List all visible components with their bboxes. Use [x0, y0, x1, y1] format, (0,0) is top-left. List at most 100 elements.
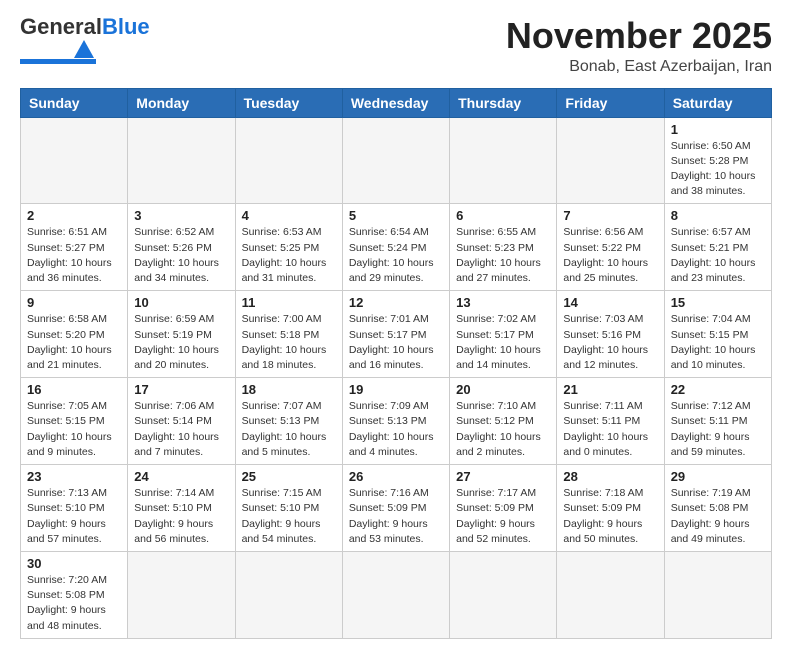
calendar-day-cell: 12 Sunrise: 7:01 AM Sunset: 5:17 PM Dayli… [342, 291, 449, 378]
day-info: Sunrise: 7:20 AM Sunset: 5:08 PM Dayligh… [27, 573, 121, 634]
day-info: Sunrise: 7:09 AM Sunset: 5:13 PM Dayligh… [349, 399, 443, 460]
day-number: 11 [242, 295, 336, 310]
calendar-day-cell: 19Sunrise: 7:09 AM Sunset: 5:13 PM Dayli… [342, 378, 449, 465]
calendar-day-cell [128, 117, 235, 204]
logo: General Blue [20, 16, 150, 64]
day-info: Sunrise: 7:12 AM Sunset: 5:11 PM Dayligh… [671, 399, 765, 460]
calendar-day-cell: 15 Sunrise: 7:04 AM Sunset: 5:15 PM Dayli… [664, 291, 771, 378]
title-area: November 2025 Bonab, East Azerbaijan, Ir… [506, 16, 772, 76]
calendar-week-row: 1 Sunrise: 6:50 AM Sunset: 5:28 PM Daylig… [21, 117, 772, 204]
day-number: 20 [456, 382, 550, 397]
day-info: Sunrise: 7:02 AM Sunset: 5:17 PM Dayligh… [456, 312, 550, 373]
weekday-header-sunday: Sunday [21, 88, 128, 117]
weekday-header-row: SundayMondayTuesdayWednesdayThursdayFrid… [21, 88, 772, 117]
calendar-day-cell: 5 Sunrise: 6:54 AM Sunset: 5:24 PM Daylig… [342, 204, 449, 291]
day-number: 6 [456, 208, 550, 223]
day-info: Sunrise: 7:01 AM Sunset: 5:17 PM Dayligh… [349, 312, 443, 373]
day-info: Sunrise: 7:11 AM Sunset: 5:11 PM Dayligh… [563, 399, 657, 460]
calendar-day-cell: 13 Sunrise: 7:02 AM Sunset: 5:17 PM Dayli… [450, 291, 557, 378]
day-info: Sunrise: 6:55 AM Sunset: 5:23 PM Dayligh… [456, 225, 550, 286]
day-info: Sunrise: 7:03 AM Sunset: 5:16 PM Dayligh… [563, 312, 657, 373]
calendar-table: SundayMondayTuesdayWednesdayThursdayFrid… [20, 88, 772, 639]
day-number: 23 [27, 469, 121, 484]
day-info: Sunrise: 7:07 AM Sunset: 5:13 PM Dayligh… [242, 399, 336, 460]
calendar-day-cell [342, 551, 449, 638]
weekday-header-wednesday: Wednesday [342, 88, 449, 117]
day-number: 22 [671, 382, 765, 397]
calendar-day-cell [235, 117, 342, 204]
weekday-header-saturday: Saturday [664, 88, 771, 117]
day-info: Sunrise: 6:56 AM Sunset: 5:22 PM Dayligh… [563, 225, 657, 286]
weekday-header-monday: Monday [128, 88, 235, 117]
day-info: Sunrise: 6:51 AM Sunset: 5:27 PM Dayligh… [27, 225, 121, 286]
month-title: November 2025 [506, 16, 772, 56]
day-info: Sunrise: 7:13 AM Sunset: 5:10 PM Dayligh… [27, 486, 121, 547]
day-info: Sunrise: 7:04 AM Sunset: 5:15 PM Dayligh… [671, 312, 765, 373]
calendar-day-cell: 8Sunrise: 6:57 AM Sunset: 5:21 PM Daylig… [664, 204, 771, 291]
day-number: 30 [27, 556, 121, 571]
day-info: Sunrise: 7:18 AM Sunset: 5:09 PM Dayligh… [563, 486, 657, 547]
day-number: 5 [349, 208, 443, 223]
day-number: 1 [671, 122, 765, 137]
calendar-week-row: 16 Sunrise: 7:05 AM Sunset: 5:15 PM Dayli… [21, 378, 772, 465]
calendar-day-cell: 16 Sunrise: 7:05 AM Sunset: 5:15 PM Dayli… [21, 378, 128, 465]
calendar-day-cell: 29Sunrise: 7:19 AM Sunset: 5:08 PM Dayli… [664, 465, 771, 552]
calendar-day-cell: 22 Sunrise: 7:12 AM Sunset: 5:11 PM Dayli… [664, 378, 771, 465]
calendar-day-cell: 1 Sunrise: 6:50 AM Sunset: 5:28 PM Daylig… [664, 117, 771, 204]
day-info: Sunrise: 7:06 AM Sunset: 5:14 PM Dayligh… [134, 399, 228, 460]
day-number: 13 [456, 295, 550, 310]
calendar-week-row: 9 Sunrise: 6:58 AM Sunset: 5:20 PM Daylig… [21, 291, 772, 378]
day-info: Sunrise: 6:54 AM Sunset: 5:24 PM Dayligh… [349, 225, 443, 286]
calendar-week-row: 30 Sunrise: 7:20 AM Sunset: 5:08 PM Dayli… [21, 551, 772, 638]
day-number: 15 [671, 295, 765, 310]
day-number: 17 [134, 382, 228, 397]
day-info: Sunrise: 7:05 AM Sunset: 5:15 PM Dayligh… [27, 399, 121, 460]
location-title: Bonab, East Azerbaijan, Iran [506, 58, 772, 76]
calendar-day-cell [342, 117, 449, 204]
day-number: 4 [242, 208, 336, 223]
calendar-day-cell: 3Sunrise: 6:52 AM Sunset: 5:26 PM Daylig… [128, 204, 235, 291]
calendar-day-cell: 17 Sunrise: 7:06 AM Sunset: 5:14 PM Dayli… [128, 378, 235, 465]
day-info: Sunrise: 7:10 AM Sunset: 5:12 PM Dayligh… [456, 399, 550, 460]
calendar-day-cell: 24 Sunrise: 7:14 AM Sunset: 5:10 PM Dayli… [128, 465, 235, 552]
day-number: 21 [563, 382, 657, 397]
calendar-day-cell [664, 551, 771, 638]
day-number: 24 [134, 469, 228, 484]
day-number: 9 [27, 295, 121, 310]
calendar-day-cell [235, 551, 342, 638]
calendar-day-cell [450, 551, 557, 638]
logo-general: General [20, 16, 102, 38]
day-number: 25 [242, 469, 336, 484]
day-info: Sunrise: 7:00 AM Sunset: 5:18 PM Dayligh… [242, 312, 336, 373]
day-info: Sunrise: 7:14 AM Sunset: 5:10 PM Dayligh… [134, 486, 228, 547]
day-number: 12 [349, 295, 443, 310]
calendar-day-cell: 26Sunrise: 7:16 AM Sunset: 5:09 PM Dayli… [342, 465, 449, 552]
calendar-day-cell: 14Sunrise: 7:03 AM Sunset: 5:16 PM Dayli… [557, 291, 664, 378]
calendar-day-cell: 18 Sunrise: 7:07 AM Sunset: 5:13 PM Dayli… [235, 378, 342, 465]
calendar-day-cell: 27 Sunrise: 7:17 AM Sunset: 5:09 PM Dayli… [450, 465, 557, 552]
day-number: 2 [27, 208, 121, 223]
day-number: 16 [27, 382, 121, 397]
calendar-day-cell: 2 Sunrise: 6:51 AM Sunset: 5:27 PM Daylig… [21, 204, 128, 291]
weekday-header-friday: Friday [557, 88, 664, 117]
day-number: 7 [563, 208, 657, 223]
day-number: 27 [456, 469, 550, 484]
calendar-day-cell [557, 551, 664, 638]
day-number: 8 [671, 208, 765, 223]
day-info: Sunrise: 6:58 AM Sunset: 5:20 PM Dayligh… [27, 312, 121, 373]
day-number: 26 [349, 469, 443, 484]
day-number: 28 [563, 469, 657, 484]
day-number: 18 [242, 382, 336, 397]
day-info: Sunrise: 6:52 AM Sunset: 5:26 PM Dayligh… [134, 225, 228, 286]
day-info: Sunrise: 7:17 AM Sunset: 5:09 PM Dayligh… [456, 486, 550, 547]
day-info: Sunrise: 6:50 AM Sunset: 5:28 PM Dayligh… [671, 139, 765, 200]
calendar-day-cell [21, 117, 128, 204]
calendar-day-cell: 4Sunrise: 6:53 AM Sunset: 5:25 PM Daylig… [235, 204, 342, 291]
calendar-day-cell [450, 117, 557, 204]
calendar-day-cell: 23 Sunrise: 7:13 AM Sunset: 5:10 PM Dayli… [21, 465, 128, 552]
day-info: Sunrise: 7:19 AM Sunset: 5:08 PM Dayligh… [671, 486, 765, 547]
calendar-day-cell: 9 Sunrise: 6:58 AM Sunset: 5:20 PM Daylig… [21, 291, 128, 378]
calendar-day-cell: 20 Sunrise: 7:10 AM Sunset: 5:12 PM Dayli… [450, 378, 557, 465]
calendar-day-cell: 21 Sunrise: 7:11 AM Sunset: 5:11 PM Dayli… [557, 378, 664, 465]
calendar-day-cell: 28 Sunrise: 7:18 AM Sunset: 5:09 PM Dayli… [557, 465, 664, 552]
